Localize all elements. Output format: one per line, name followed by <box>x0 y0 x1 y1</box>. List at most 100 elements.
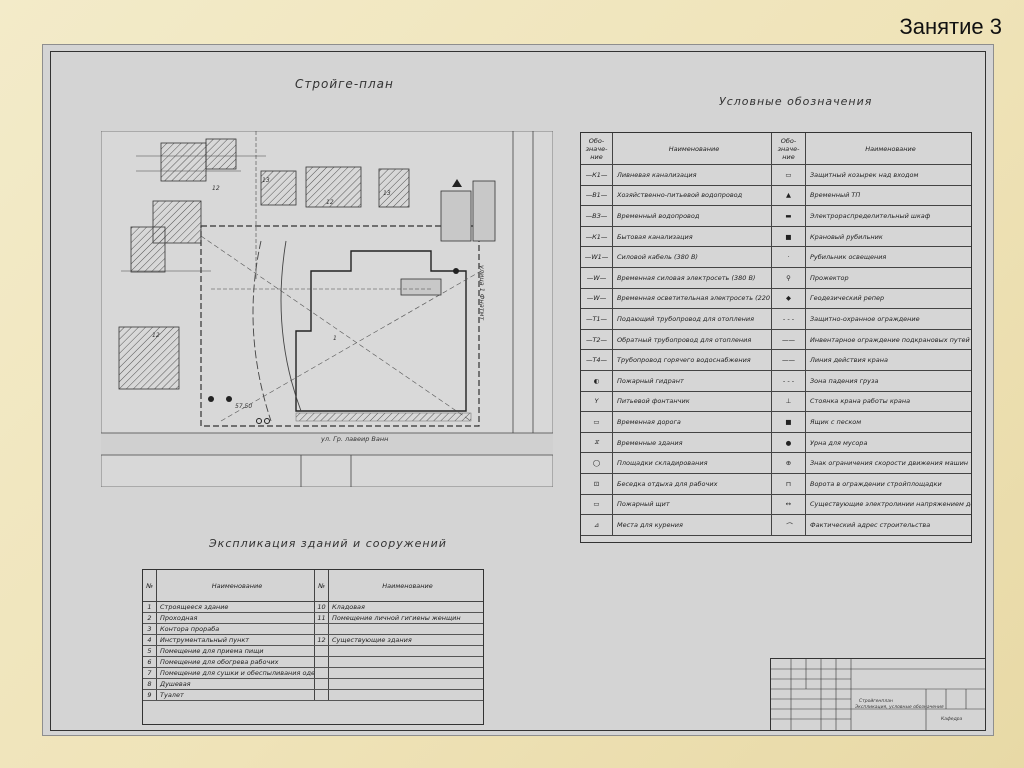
legend-symbol: —ВЗ— <box>581 206 613 226</box>
legend-row: —К1— Бытовая канализация ■ Крановый рубильн… <box>581 226 971 248</box>
legend-symbol: - - - <box>772 371 806 391</box>
legend-symbol: —К1— <box>581 226 613 247</box>
street-bottom-label: ул. Гр. лавеир Ванн <box>321 435 389 443</box>
explication-row: 1 Строящееся здание 10 Кладовая <box>143 602 483 613</box>
explication-row: 2 Проходная 11 Помещение личной гигиены жен… <box>143 613 483 624</box>
legend-header-symbol: Обо-значе-ние <box>581 133 613 164</box>
explication-header-number-2: № <box>315 570 329 601</box>
explication-header-name-2: Наименование <box>382 581 433 590</box>
legend-row: —W— Временная осветительная электросеть (… <box>581 288 971 310</box>
legend-table: Обо-значе-ние Наименование Обо-значе-ние… <box>580 132 972 543</box>
explication-number: 11 <box>315 613 329 623</box>
explication-number <box>315 646 329 656</box>
legend-header-symbol-2: Обо-значе-ние <box>772 133 806 164</box>
legend-symbol: —W— <box>581 288 613 309</box>
legend-symbol: —— <box>772 350 806 370</box>
legend-name: Временные здания <box>613 432 772 453</box>
legend-name: Рубильник освещения <box>810 253 887 262</box>
legend-name: Временный водопровод <box>613 206 772 226</box>
legend-name: Площадки складирования <box>613 453 772 473</box>
legend-name: Ворота в ограждении стройплощадки <box>810 479 942 488</box>
legend-symbol: · <box>772 247 806 267</box>
explication-number <box>315 690 329 700</box>
explication-name: Помещение для приема пищи <box>157 646 315 656</box>
legend-symbol: ▭ <box>581 494 613 515</box>
legend-symbol: —Т1— <box>581 309 613 329</box>
legend-row: —К1— Ливневая канализация ▭ Защитный козыре… <box>581 165 971 186</box>
explication-number: 9 <box>143 690 157 700</box>
explication-name: Проходная <box>157 613 315 623</box>
legend-name: Беседка отдыха для рабочих <box>613 474 772 494</box>
explication-number: 1 <box>143 602 157 612</box>
explication-title: Экспликация зданий и сооружений <box>209 537 447 550</box>
legend-row: ⧖ Временные здания ● Урна для мусора <box>581 432 971 454</box>
explication-name <box>329 679 483 689</box>
plan-number-4: 13 <box>383 190 391 197</box>
legend-symbol: ⊡ <box>581 474 613 494</box>
plan-title: Стройге-план <box>295 77 394 91</box>
legend-row: —ВЗ— Временный водопровод ▬ Электрораспреде… <box>581 206 971 227</box>
slide-title: Занятие 3 <box>899 14 1002 39</box>
legend-symbol: ◐ <box>581 371 613 391</box>
stamp-line-1: Стройгенплан <box>859 699 893 704</box>
explication-number: 5 <box>143 646 157 656</box>
explication-row: 7 Помещение для сушки и обеспыливания оде… <box>143 668 483 679</box>
legend-row: ▭ Пожарный щит ↔ Существующие электролинии … <box>581 494 971 516</box>
legend-title: Условные обозначения <box>719 95 873 108</box>
legend-name: Трубопровод горячего водоснабжения <box>613 350 772 370</box>
explication-number: 2 <box>143 613 157 623</box>
explication-name <box>329 657 483 667</box>
explication-name <box>329 624 483 634</box>
explication-table: № Наименование № Наименование 1 Строящеес… <box>142 569 484 725</box>
legend-name: Питьевой фонтанчик <box>613 391 772 412</box>
explication-number: 12 <box>315 635 329 645</box>
legend-symbol: ◆ <box>772 288 806 309</box>
legend-name: Зона падения груза <box>810 376 879 385</box>
legend-name: Урна для мусора <box>810 438 868 447</box>
explication-name: Помещение личной гигиены женщин <box>332 614 461 622</box>
legend-symbol: ⊓ <box>772 474 806 494</box>
legend-name: Геодезический репер <box>810 294 885 303</box>
legend-symbol: —— <box>772 329 806 350</box>
legend-symbol: ◯ <box>581 453 613 473</box>
plan-number-6: 1 <box>333 335 337 342</box>
explication-name: Помещение для обогрева рабочих <box>157 657 315 667</box>
explication-name: Контора прораба <box>157 624 315 634</box>
legend-name: Фактический адрес строительства <box>810 520 931 529</box>
legend-name: Линия действия крана <box>810 356 888 365</box>
legend-symbol: —W— <box>581 268 613 288</box>
explication-number: 3 <box>143 624 157 634</box>
legend-name: Силовой кабель (380 В) <box>613 247 772 267</box>
legend-name: Места для курения <box>613 515 772 535</box>
legend-symbol: ▲ <box>772 185 806 206</box>
legend-row: ⊿ Места для курения ⌒ Фактический адрес стр… <box>581 515 971 536</box>
legend-symbol: —Т4— <box>581 350 613 370</box>
legend-name: Хозяйственно-питьевой водопровод <box>613 185 772 206</box>
explication-name <box>329 690 483 700</box>
explication-number <box>315 668 329 678</box>
explication-header: № Наименование № Наименование <box>143 570 483 602</box>
legend-name: Электрораспределительный шкаф <box>810 211 931 220</box>
legend-name: Временная осветительная электросеть (220… <box>613 288 772 309</box>
explication-name: Инструментальный пункт <box>157 635 315 645</box>
legend-row: ⊡ Беседка отдыха для рабочих ⊓ Ворота в огр… <box>581 474 971 495</box>
legend-symbol: —W1— <box>581 247 613 267</box>
legend-name: Бытовая канализация <box>613 226 772 247</box>
legend-symbol: —К1— <box>581 165 613 185</box>
explication-name <box>329 668 483 678</box>
explication-number: 10 <box>315 602 329 612</box>
stamp-dept: Кафедра <box>941 717 963 722</box>
explication-number: 7 <box>143 668 157 678</box>
legend-symbol: ■ <box>772 412 806 432</box>
legend-row: —Т4— Трубопровод горячего водоснабжения ——… <box>581 350 971 371</box>
explication-row: 4 Инструментальный пункт 12 Существующие зд… <box>143 635 483 646</box>
legend-symbol: ↔ <box>772 494 806 515</box>
legend-symbol: - - - <box>772 309 806 329</box>
explication-name: Кладовая <box>332 603 365 611</box>
stamp-line-2: Экспликация, условные обозначения <box>855 705 944 710</box>
explication-number: 4 <box>143 635 157 645</box>
explication-header-name: Наименование <box>157 570 315 601</box>
explication-row: 9 Туалет <box>143 690 483 701</box>
legend-symbol: ■ <box>772 226 806 247</box>
legend-symbol: Y <box>581 391 613 412</box>
